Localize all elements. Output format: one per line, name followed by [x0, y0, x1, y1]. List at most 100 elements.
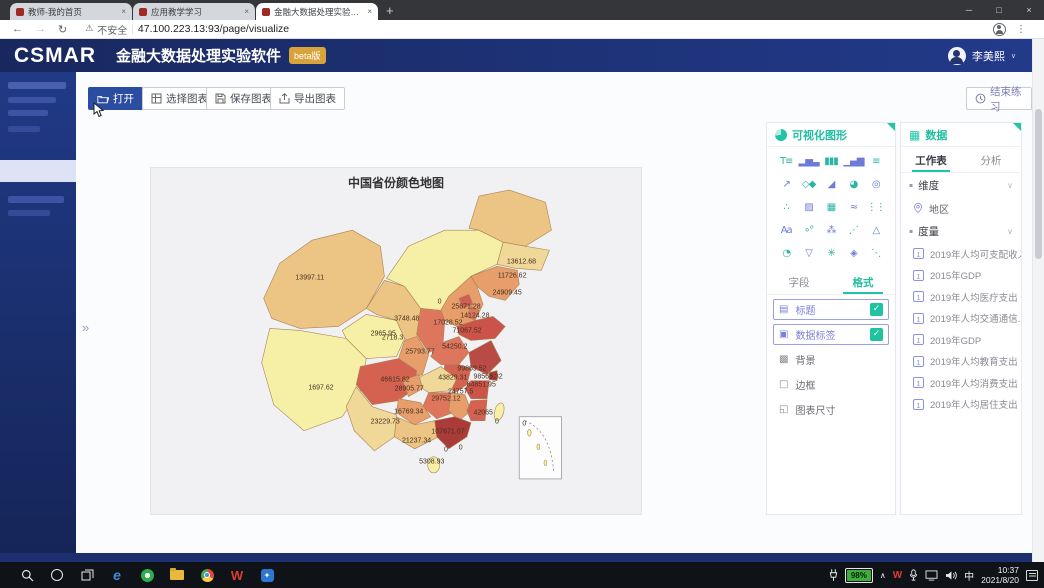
chrome-icon[interactable] [192, 562, 222, 588]
province-xinjiang[interactable] [264, 230, 385, 328]
histogram-icon[interactable]: ▁▄▆ [843, 156, 863, 168]
dimension-item-region[interactable]: 地区 [901, 197, 1021, 219]
funnel-chart-icon[interactable]: ▽ [805, 248, 812, 260]
page-scrollbar[interactable] [1032, 39, 1044, 562]
search-icon[interactable] [12, 562, 42, 588]
measure-item[interactable]: 12019年GDP [901, 329, 1021, 351]
sidebar-item[interactable] [8, 196, 64, 203]
edge-icon[interactable]: e [102, 562, 132, 588]
hbar-chart-icon[interactable]: ≡ [872, 156, 879, 168]
tab-worksheet[interactable]: 工作表 [901, 149, 961, 172]
volume-icon[interactable] [945, 570, 957, 581]
dot-column-icon[interactable]: ⋮⋮ [867, 202, 885, 214]
format-item-3[interactable]: □边框 [773, 374, 889, 395]
measure-item[interactable]: 12019年人均医疗支出 [901, 286, 1021, 308]
checkbox-checked-icon[interactable]: ✓ [870, 303, 883, 316]
back-icon[interactable]: ← [12, 23, 23, 35]
file-explorer-icon[interactable] [162, 562, 192, 588]
wps-icon[interactable]: W [222, 562, 252, 588]
province-jilin[interactable] [497, 242, 549, 270]
rose-chart-icon[interactable]: ✳ [827, 248, 834, 260]
tab-close-icon[interactable]: × [244, 7, 249, 16]
minimize-button[interactable]: ─ [954, 0, 984, 20]
browser-tab[interactable]: 教师-我的首页× [10, 3, 132, 20]
line-chart-icon[interactable]: ↗ [783, 179, 790, 191]
measure-item[interactable]: 12019年人均交通通信... [901, 308, 1021, 330]
input-method-indicator[interactable]: 中 [964, 568, 974, 583]
chart-canvas[interactable]: 13997.111697.622965.952718.33748.4825793… [150, 167, 642, 515]
province-hainan[interactable] [428, 457, 440, 473]
task-view-icon[interactable] [72, 562, 102, 588]
browser-tab[interactable]: 金融大数据处理实验软件× [256, 3, 378, 20]
sidebar-item[interactable] [8, 97, 56, 103]
sidebar-item[interactable] [8, 126, 40, 132]
tab-analysis[interactable]: 分析 [961, 149, 1021, 172]
sidebar-item[interactable] [8, 82, 66, 89]
end-practice-button[interactable]: 结束练习 [966, 87, 1032, 110]
checkbox-checked-icon[interactable]: ✓ [870, 328, 883, 341]
wps-tray-icon[interactable]: W [893, 570, 902, 581]
blue-app-icon[interactable]: ✦ [252, 562, 282, 588]
cortana-icon[interactable] [42, 562, 72, 588]
export-chart-button[interactable]: 导出图表 [270, 87, 345, 110]
measure-item[interactable]: 12019年人均消费支出 [901, 372, 1021, 394]
scatter-line-icon[interactable]: ⋱ [871, 248, 880, 260]
network-display-icon[interactable] [925, 570, 938, 581]
province-jiangxi[interactable] [449, 393, 471, 421]
tab-close-icon[interactable]: × [367, 7, 372, 16]
format-item-4[interactable]: ◱图表尺寸 [773, 399, 889, 420]
wave-line-icon[interactable]: ≈ [850, 202, 857, 214]
measures-section-header[interactable]: ▪ 度量 ∨ [901, 219, 1021, 243]
battery-indicator[interactable]: 98% [845, 568, 873, 583]
panel-fold-corner[interactable] [1013, 123, 1021, 131]
text-table-icon[interactable]: T≡ [780, 156, 793, 168]
province-fujian[interactable] [467, 400, 487, 421]
address-field[interactable]: ⚠ 不安全 | 47.100.223.13:93/page/visualize [85, 22, 289, 37]
sidebar-item-active[interactable] [0, 160, 76, 182]
panel-fold-corner[interactable] [887, 123, 895, 131]
scatter-plot-icon[interactable]: ∴ [784, 202, 789, 214]
format-item-1[interactable]: ▣数据标签✓ [773, 324, 889, 345]
dimensions-section-header[interactable]: ▪ 维度 ∨ [901, 173, 1021, 197]
relation-graph-icon[interactable]: ⁂ [826, 225, 835, 237]
trend-scatter-icon[interactable]: ⋰ [849, 225, 858, 237]
bubble-chart-icon[interactable]: ∘° [804, 225, 813, 237]
sidebar-expand-icon[interactable]: » [82, 320, 89, 335]
format-item-2[interactable]: ▩背景 [773, 349, 889, 370]
format-item-0[interactable]: ▤标题✓ [773, 299, 889, 320]
sidebar-item[interactable] [8, 110, 48, 116]
province-taiwan[interactable] [492, 402, 505, 422]
measure-item[interactable]: 12019年人均居住支出 [901, 394, 1021, 416]
notification-center-icon[interactable] [1026, 570, 1038, 581]
stacked-chart-icon[interactable]: ▨ [804, 202, 812, 214]
user-menu[interactable]: 李美熙 ∨ [948, 47, 1016, 65]
browser-tab[interactable]: 应用教学学习× [133, 3, 255, 20]
sidebar-item[interactable] [8, 210, 50, 216]
wordcloud-icon[interactable]: Aa [781, 225, 792, 237]
column-chart-icon[interactable]: ▮▮▮ [824, 156, 838, 168]
radar-chart-icon[interactable]: △ [872, 225, 879, 237]
reload-icon[interactable]: ↻ [58, 23, 67, 36]
diamond-scatter-icon[interactable]: ◇◆ [802, 179, 815, 191]
map-chart-icon[interactable]: ◈ [850, 248, 857, 260]
tab-close-icon[interactable]: × [121, 7, 126, 16]
taskbar-clock[interactable]: 10:37 2021/8/20 [981, 565, 1019, 585]
browser-menu-icon[interactable]: ⋮ [1016, 24, 1026, 35]
province-shanghai[interactable] [489, 371, 497, 381]
bar-chart-icon[interactable]: ▂▅▃ [799, 156, 819, 168]
tray-expand-icon[interactable]: ∧ [880, 571, 886, 580]
scrollbar-thumb[interactable] [1035, 109, 1042, 259]
microphone-icon[interactable] [909, 569, 918, 581]
province-zhejiang[interactable] [465, 381, 489, 399]
measure-item[interactable]: 12015年GDP [901, 265, 1021, 287]
area-chart-icon[interactable]: ◢ [828, 179, 835, 191]
tab-format[interactable]: 格式 [831, 271, 895, 294]
pie-chart-icon[interactable]: ◕ [850, 179, 858, 191]
forward-icon[interactable]: → [35, 23, 46, 35]
donut-chart-icon[interactable]: ◎ [872, 179, 880, 191]
measure-item[interactable]: 12019年人均教育支出 [901, 351, 1021, 373]
new-tab-button[interactable]: + [386, 3, 394, 18]
china-choropleth-map[interactable] [151, 168, 641, 514]
gauge-chart-icon[interactable]: ◔ [782, 248, 790, 260]
green-app-icon[interactable] [132, 562, 162, 588]
